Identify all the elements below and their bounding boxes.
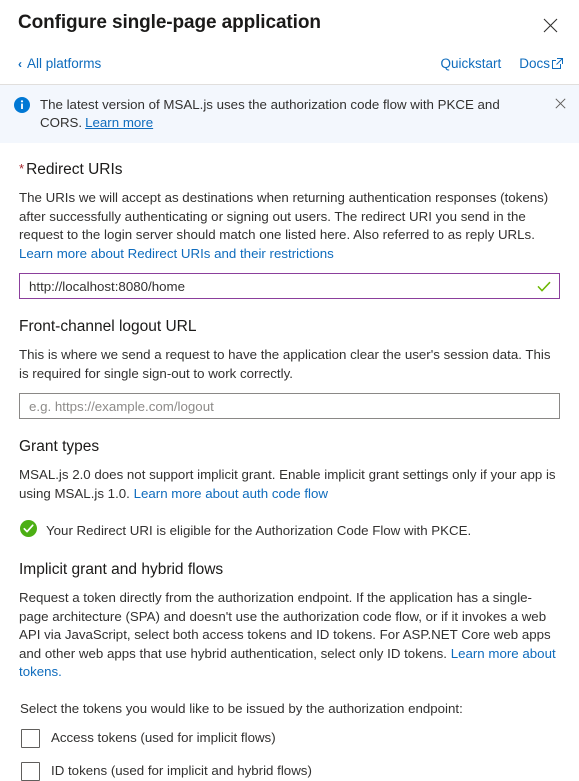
access-tokens-checkbox[interactable] — [21, 728, 40, 748]
page-title: Configure single-page application — [18, 12, 321, 33]
info-banner-learn-more-link[interactable]: Learn more — [85, 115, 153, 130]
implicit-grant-description: Request a token directly from the author… — [19, 589, 560, 682]
grant-types-heading: Grant types — [19, 438, 100, 455]
front-channel-logout-url-input[interactable] — [20, 394, 559, 418]
close-icon — [543, 18, 557, 32]
redirect-uris-description: The URIs we will accept as destinations … — [19, 189, 560, 263]
panel-header: Configure single-page application — [0, 0, 579, 44]
redirect-uris-learn-more-link[interactable]: Learn more about Redirect URIs and their… — [19, 246, 334, 261]
panel-body: * Redirect URIs The URIs we will accept a… — [0, 159, 579, 781]
id-tokens-checkbox-row[interactable]: ID tokens (used for implicit and hybrid … — [21, 761, 560, 781]
id-tokens-checkbox[interactable] — [21, 761, 40, 781]
redirect-uris-heading-label: Redirect URIs — [26, 161, 123, 178]
close-panel-button[interactable] — [535, 11, 565, 39]
redirect-uris-description-text: The URIs we will accept as destinations … — [19, 190, 549, 242]
info-icon — [14, 97, 30, 113]
all-platforms-label: All platforms — [27, 56, 102, 71]
valid-check-icon — [537, 281, 559, 292]
docs-label: Docs — [519, 56, 550, 71]
quickstart-label: Quickstart — [440, 56, 502, 71]
grant-types-description: MSAL.js 2.0 does not support implicit gr… — [19, 466, 560, 503]
id-tokens-label: ID tokens (used for implicit and hybrid … — [51, 763, 312, 778]
required-asterisk: * — [19, 161, 25, 176]
chevron-left-icon: ‹ — [18, 57, 22, 71]
token-select-prompt: Select the tokens you would like to be i… — [20, 700, 463, 716]
info-banner: The latest version of MSAL.js uses the a… — [0, 85, 579, 143]
front-channel-field[interactable] — [19, 393, 560, 419]
docs-link[interactable]: Docs — [519, 55, 563, 73]
command-bar-links: Quickstart Docs — [440, 55, 563, 73]
access-tokens-checkbox-row[interactable]: Access tokens (used for implicit flows) — [21, 728, 560, 748]
close-icon — [554, 97, 566, 109]
front-channel-heading: Front-channel logout URL — [19, 318, 197, 335]
access-tokens-label: Access tokens (used for implicit flows) — [51, 730, 276, 745]
redirect-uris-heading: * Redirect URIs — [19, 159, 560, 180]
quickstart-link[interactable]: Quickstart — [440, 55, 501, 73]
configure-spa-panel: Configure single-page application ‹ All … — [0, 0, 579, 781]
implicit-grant-heading: Implicit grant and hybrid flows — [19, 561, 224, 578]
redirect-uri-field[interactable] — [19, 273, 560, 299]
external-link-icon — [552, 56, 563, 74]
dismiss-banner-button[interactable] — [551, 94, 569, 112]
check-circle-icon — [20, 520, 37, 542]
info-banner-text: The latest version of MSAL.js uses the a… — [30, 96, 551, 132]
grant-types-status-text: Your Redirect URI is eligible for the Au… — [46, 523, 472, 538]
front-channel-description: This is where we send a request to have … — [19, 347, 551, 381]
command-bar: ‹ All platforms Quickstart Docs — [0, 44, 579, 84]
grant-types-status: Your Redirect URI is eligible for the Au… — [20, 520, 560, 542]
auth-code-flow-learn-more-link[interactable]: Learn more about auth code flow — [134, 486, 328, 501]
all-platforms-back-link[interactable]: ‹ All platforms — [18, 55, 101, 73]
redirect-uri-input[interactable] — [20, 274, 537, 298]
